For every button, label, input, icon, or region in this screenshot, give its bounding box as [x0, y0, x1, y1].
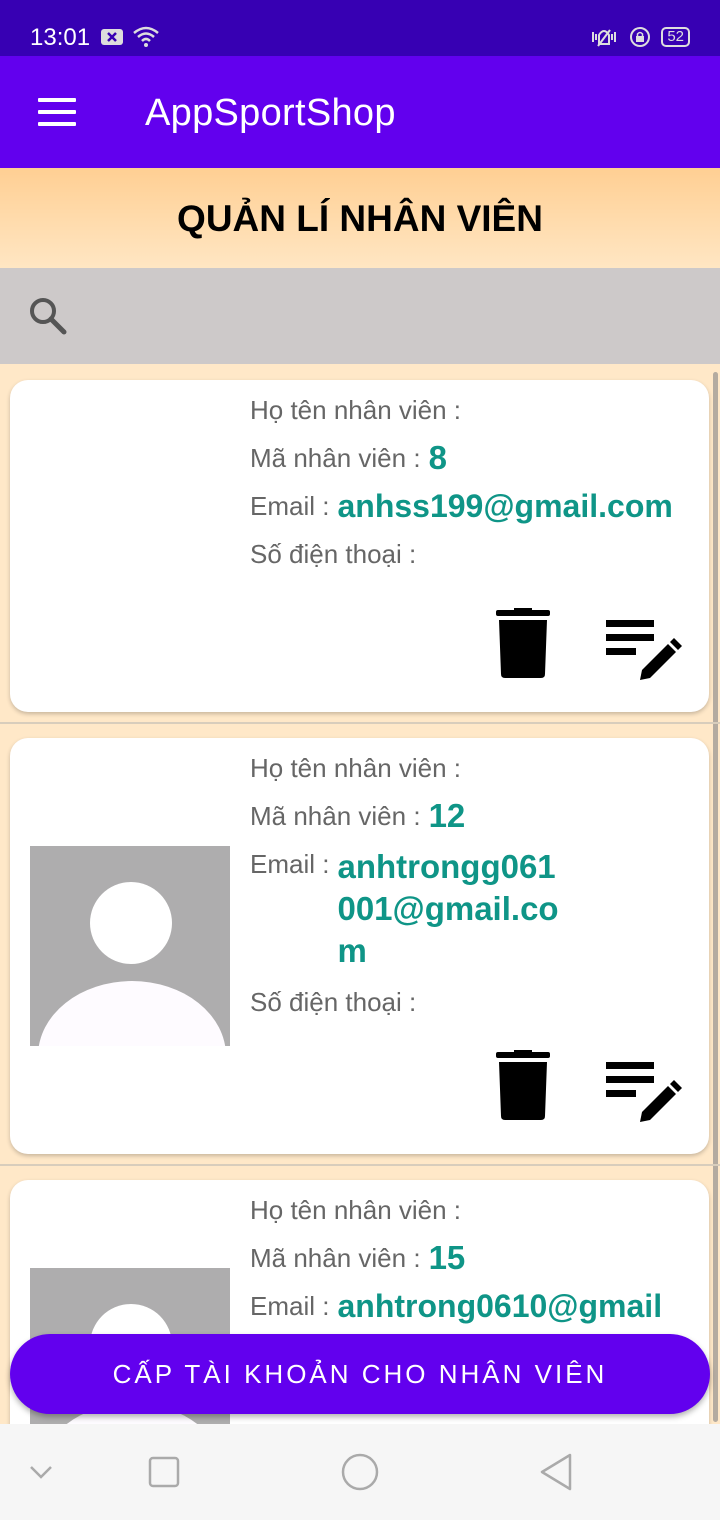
search-bar: [0, 268, 720, 364]
create-account-button[interactable]: CẤP TÀI KHOẢN CHO NHÂN VIÊN: [10, 1334, 710, 1414]
menu-icon[interactable]: [38, 98, 76, 126]
avatar: [30, 846, 230, 1046]
code-label: Mã nhân viên :: [250, 1243, 421, 1273]
employee-code: 15: [428, 1239, 466, 1276]
chevron-down-icon[interactable]: [28, 1462, 54, 1482]
phone-label: Số điện thoại :: [250, 987, 417, 1017]
email-label: Email :: [250, 849, 330, 879]
code-label: Mã nhân viên :: [250, 801, 421, 831]
email-label: Email :: [250, 1291, 330, 1321]
edit-icon[interactable]: [606, 616, 682, 680]
delete-icon[interactable]: [496, 608, 550, 678]
employee-card[interactable]: Họ tên nhân viên : Mã nhân viên :12 Emai…: [10, 738, 709, 1154]
name-label: Họ tên nhân viên :: [250, 395, 462, 425]
search-input[interactable]: [90, 286, 700, 346]
name-label: Họ tên nhân viên :: [250, 753, 462, 783]
delete-icon[interactable]: [496, 1050, 550, 1120]
employee-list[interactable]: Họ tên nhân viên : Mã nhân viên :8 Email…: [0, 366, 720, 1424]
employee-card[interactable]: Họ tên nhân viên : Mã nhân viên :8 Email…: [10, 380, 709, 712]
list-item: Họ tên nhân viên : Mã nhân viên :12 Emai…: [0, 724, 720, 1166]
notification-icon: [101, 29, 123, 45]
recent-apps-icon[interactable]: [148, 1456, 180, 1488]
employee-code: 8: [428, 439, 447, 476]
battery-indicator: 52: [661, 27, 690, 47]
employee-email: anhtrong0610@gmail: [337, 1288, 663, 1324]
status-bar: 13:01 52: [0, 0, 720, 56]
wifi-icon: [133, 26, 159, 47]
back-icon[interactable]: [538, 1452, 574, 1492]
app-bar: AppSportShop: [0, 56, 720, 168]
app-title: AppSportShop: [145, 92, 396, 134]
rotation-lock-icon: [630, 27, 651, 47]
edit-icon[interactable]: [606, 1058, 682, 1122]
search-icon[interactable]: [28, 296, 68, 336]
code-label: Mã nhân viên :: [250, 443, 421, 473]
employee-email: anhtrongg061001@gmail.com: [337, 848, 559, 969]
home-icon[interactable]: [340, 1452, 380, 1492]
name-label: Họ tên nhân viên :: [250, 1195, 462, 1225]
employee-email: anhss199@gmail.com: [337, 488, 673, 524]
employee-code: 12: [428, 797, 466, 834]
status-time: 13:01: [30, 24, 91, 51]
page-title: QUẢN LÍ NHÂN VIÊN: [177, 198, 543, 239]
page-header: QUẢN LÍ NHÂN VIÊN: [0, 168, 720, 268]
phone-label: Số điện thoại :: [250, 539, 417, 569]
email-label: Email :: [250, 491, 330, 521]
vibrate-icon: [592, 29, 617, 47]
list-item: Họ tên nhân viên : Mã nhân viên :8 Email…: [0, 366, 720, 724]
navigation-bar: [0, 1424, 720, 1520]
